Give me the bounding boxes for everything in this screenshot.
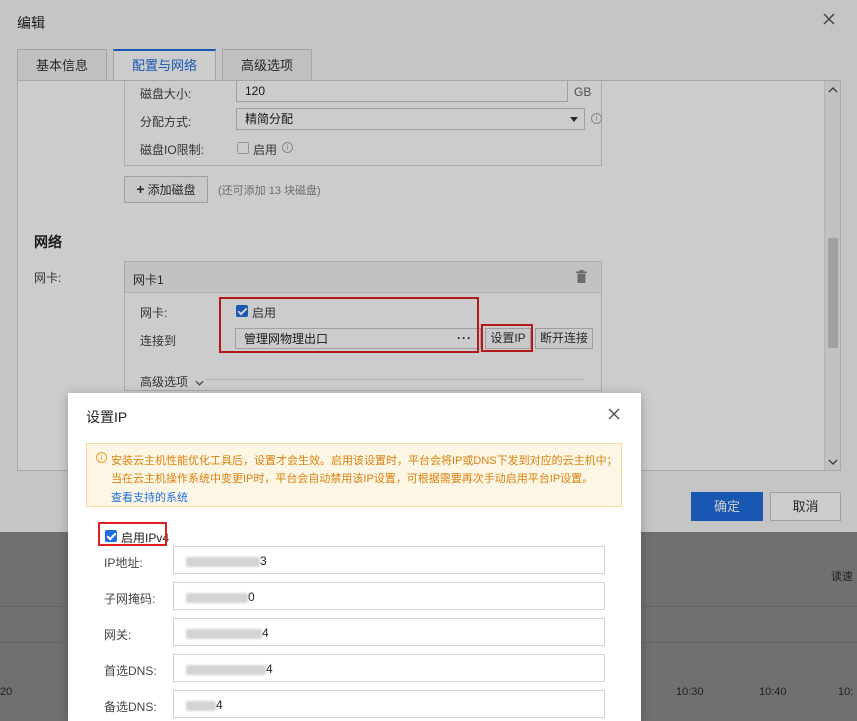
redacted-value [186,700,216,711]
primary-dns-label: 首选DNS: [104,664,157,678]
gateway-input[interactable]: 4 [173,618,605,646]
redacted-value [186,592,248,603]
highlight-box [98,522,167,546]
subnet-mask-input[interactable]: 0 [173,582,605,610]
ip-address-input[interactable]: 3 [173,546,605,574]
gateway-label: 网关: [104,628,132,642]
notice-box: i 安装云主机性能优化工具后，设置才会生效。启用该设置时，平台会将IP或DNS下… [86,443,622,507]
set-ip-dialog: 设置IP i 安装云主机性能优化工具后，设置才会生效。启用该设置时，平台会将IP… [68,393,641,721]
subnet-mask-label: 子网掩码: [104,592,156,606]
supported-systems-link[interactable]: 查看支持的系统 [111,489,188,505]
redacted-value [186,628,262,639]
notice-line-1: 安装云主机性能优化工具后，设置才会生效。启用该设置时，平台会将IP或DNS下发到… [111,455,618,467]
notice-line-2: 当在云主机操作系统中变更IP时，平台会自动禁用该IP设置，可根据需要再次手动启用… [111,473,594,485]
redacted-value [186,556,260,567]
ip-address-label: IP地址: [104,556,143,570]
primary-dns-input[interactable]: 4 [173,654,605,682]
warning-icon: i [96,452,107,463]
set-ip-title: 设置IP [86,409,128,425]
secondary-dns-label: 备选DNS: [104,700,157,714]
close-icon[interactable] [607,407,621,421]
redacted-value [186,664,266,675]
secondary-dns-input[interactable]: 4 [173,690,605,718]
